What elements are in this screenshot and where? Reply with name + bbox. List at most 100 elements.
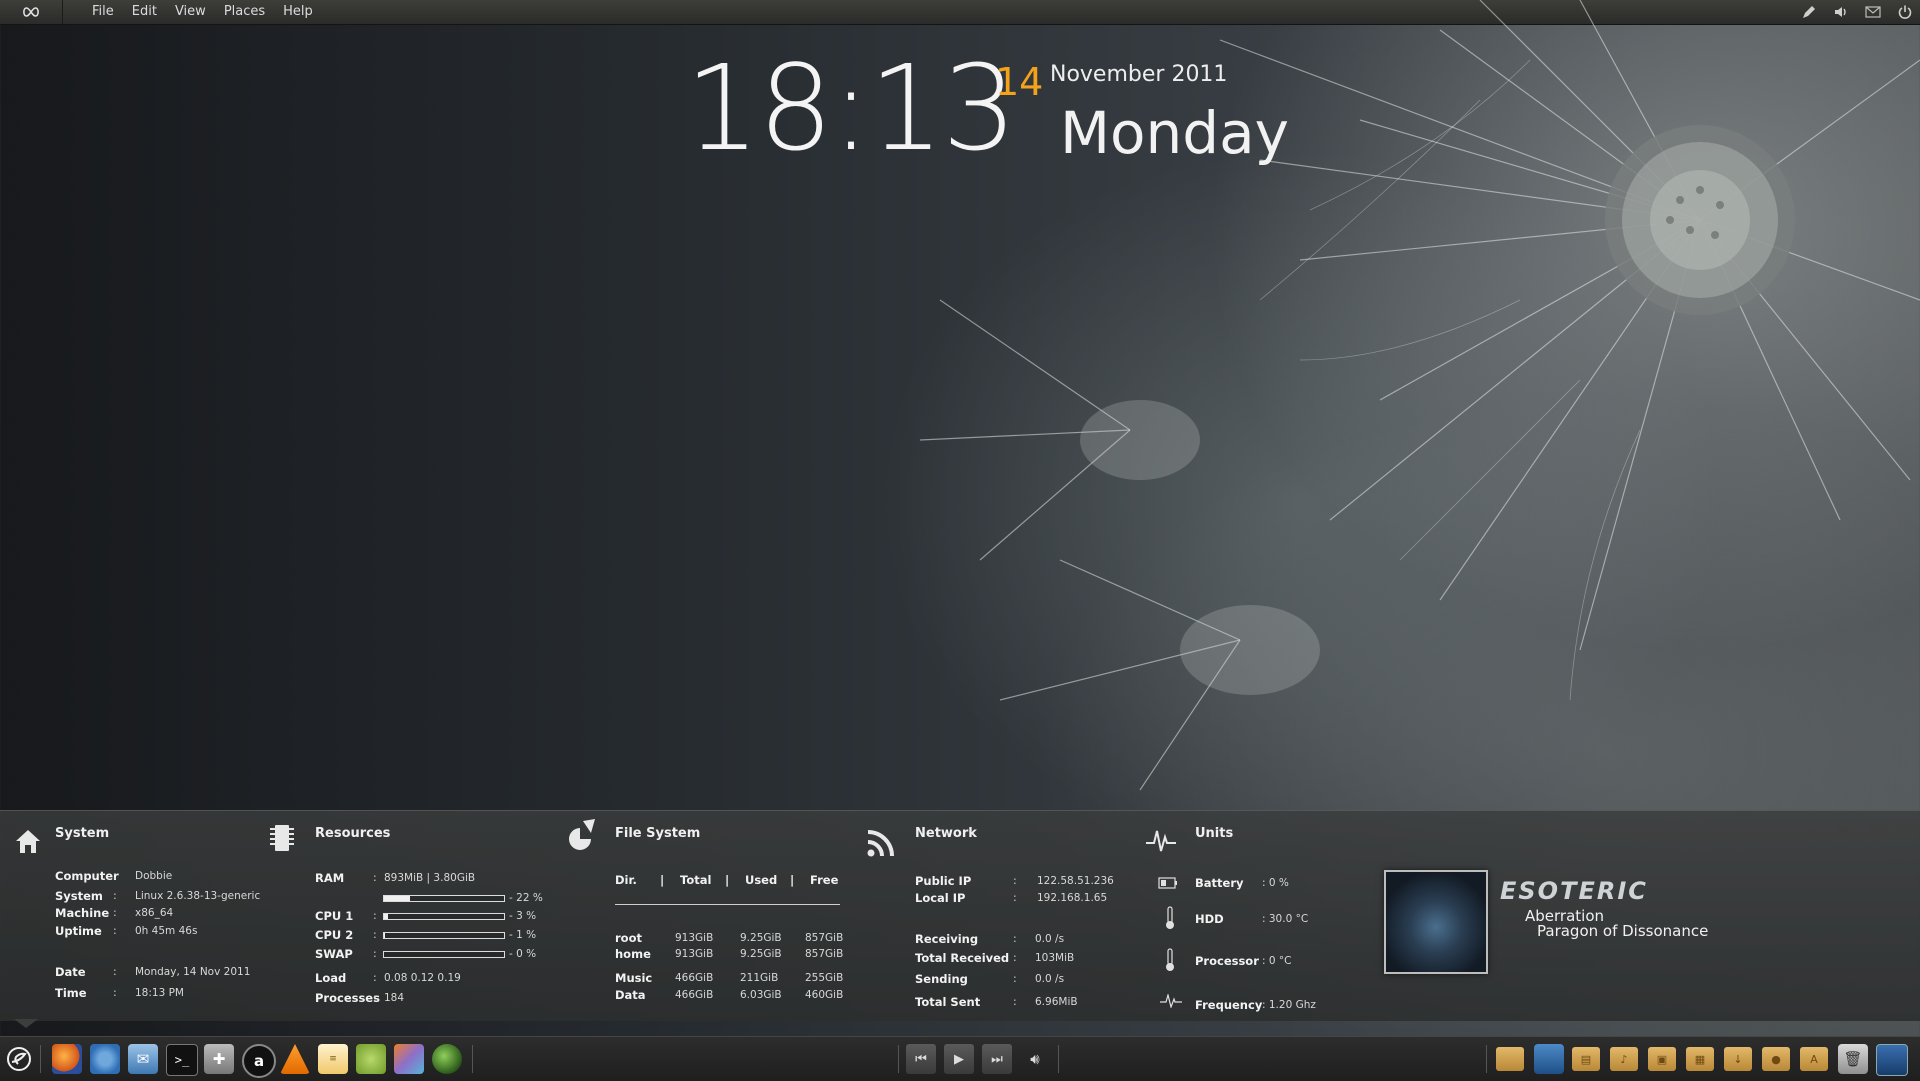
dock-divider xyxy=(40,1045,41,1073)
separator: : xyxy=(373,928,377,941)
resources-title: Resources xyxy=(315,826,391,841)
cpu-label: CPU 2 xyxy=(315,928,354,942)
tools-icon[interactable]: ✚ xyxy=(204,1044,234,1074)
pictures-folder-icon[interactable]: ▣ xyxy=(1648,1047,1676,1071)
menu-file[interactable]: File xyxy=(83,0,123,24)
cpu-percent: - 3 % xyxy=(509,910,537,922)
pie-chart-icon xyxy=(569,819,595,850)
vlc-icon[interactable] xyxy=(280,1044,310,1074)
units-value: : 1.20 Ghz xyxy=(1262,999,1316,1011)
terminal-icon[interactable]: >_ xyxy=(166,1044,198,1076)
next-icon[interactable]: ⏭ xyxy=(982,1044,1012,1074)
network-title: Network xyxy=(915,826,977,841)
load-label: Load xyxy=(315,971,347,985)
album-art[interactable] xyxy=(1384,870,1488,974)
units-title: Units xyxy=(1195,826,1234,841)
fs-used: 9.25GiB xyxy=(740,932,782,944)
desktop-folder-icon[interactable] xyxy=(1534,1044,1564,1074)
templates-folder-icon[interactable]: A xyxy=(1800,1047,1828,1071)
menu-help[interactable]: Help xyxy=(274,0,322,24)
fs-used: 9.25GiB xyxy=(740,948,782,960)
system-value: 18:13 PM xyxy=(135,987,184,999)
desktop-icon[interactable] xyxy=(1876,1044,1908,1076)
pulse-icon xyxy=(1160,994,1182,1008)
play-icon[interactable]: ▶ xyxy=(944,1044,974,1074)
system-value: Linux 2.6.38-13-generic xyxy=(135,890,261,902)
system-value: Monday, 14 Nov 2011 xyxy=(135,966,251,978)
dock: ✉ >_ ✚ a ≡ ⏮ ▶ ⏭ 🔊︎ ▤ ♪ ▣ ▦ ↓ ● A 🗑︎ xyxy=(0,1036,1920,1081)
separator: : xyxy=(373,971,377,984)
music-folder-icon[interactable]: ♪ xyxy=(1610,1047,1638,1071)
infinity-icon[interactable] xyxy=(0,0,63,24)
documents-folder-icon[interactable]: ▤ xyxy=(1572,1047,1600,1071)
globe-icon[interactable] xyxy=(432,1044,462,1074)
separator: : xyxy=(113,906,117,919)
units-label: Battery xyxy=(1195,876,1244,890)
cpu2-bar xyxy=(383,932,505,939)
fs-divider xyxy=(615,904,840,905)
system-title: System xyxy=(55,826,110,841)
amarok-icon[interactable]: a xyxy=(242,1044,276,1078)
dandelion-wallpaper xyxy=(919,0,1920,791)
album-title: Paragon of Dissonance xyxy=(1537,922,1709,940)
ram-percent: - 22 % xyxy=(509,892,543,904)
firefox-icon[interactable] xyxy=(52,1044,82,1074)
separator: : xyxy=(1013,891,1017,904)
menu-places[interactable]: Places xyxy=(215,0,274,24)
separator: : xyxy=(113,965,117,978)
dock-divider xyxy=(472,1045,473,1073)
pulse-icon xyxy=(1146,830,1176,852)
network-value: 0.0 /s xyxy=(1035,933,1065,945)
system-label: Uptime xyxy=(55,924,102,938)
cpu1-bar-fill xyxy=(384,914,388,919)
network-label: Public IP xyxy=(915,874,972,888)
public-folder-icon[interactable]: ● xyxy=(1762,1047,1790,1071)
fs-total: 466GiB xyxy=(675,972,714,984)
menu-view[interactable]: View xyxy=(166,0,215,24)
fs-total: 913GiB xyxy=(675,932,714,944)
fs-header-dir: Dir. xyxy=(615,873,637,887)
network-label: Total Sent xyxy=(915,995,981,1009)
separator: : xyxy=(1013,995,1017,1008)
fs-dir: Music xyxy=(615,971,653,985)
units-label: Frequency xyxy=(1195,998,1263,1012)
system-label: Machine xyxy=(55,906,110,920)
clock-time: 18:13 xyxy=(685,39,1017,177)
home-icon xyxy=(16,830,40,853)
text-editor-icon[interactable]: ≡ xyxy=(318,1044,348,1074)
system-label: Computer xyxy=(55,869,119,883)
system-label: Time xyxy=(55,986,87,1000)
trash-icon[interactable]: 🗑︎ xyxy=(1838,1044,1868,1074)
chromium-icon[interactable] xyxy=(90,1044,120,1074)
separator: : xyxy=(373,871,377,884)
dock-divider xyxy=(1058,1045,1059,1073)
fs-header-used: Used xyxy=(745,873,778,887)
gimp-icon[interactable] xyxy=(394,1044,424,1074)
elementary-logo-icon[interactable] xyxy=(6,1046,32,1072)
menu-edit[interactable]: Edit xyxy=(123,0,166,24)
network-value: 103MiB xyxy=(1035,952,1075,964)
system-value: x86_64 xyxy=(135,907,174,919)
separator: : xyxy=(373,947,377,960)
mail-app-icon[interactable]: ✉ xyxy=(128,1044,158,1074)
network-label: Sending xyxy=(915,972,968,986)
android-icon[interactable] xyxy=(356,1044,386,1074)
battery-icon xyxy=(1158,877,1177,889)
separator: : xyxy=(1013,874,1017,887)
fs-total: 466GiB xyxy=(675,989,714,1001)
downloads-folder-icon[interactable]: ↓ xyxy=(1724,1047,1752,1071)
previous-icon[interactable]: ⏮ xyxy=(906,1044,936,1074)
volume-icon[interactable]: 🔊︎ xyxy=(1020,1044,1050,1074)
swap-label: SWAP xyxy=(315,947,353,961)
separator: : xyxy=(373,909,377,922)
dock-divider xyxy=(1486,1045,1487,1073)
artist-name: ESOTERIC xyxy=(1500,877,1648,905)
separator: : xyxy=(1013,932,1017,945)
system-label: System xyxy=(55,889,103,903)
cpu2-bar-fill xyxy=(384,933,386,938)
network-label: Local IP xyxy=(915,891,966,905)
videos-folder-icon[interactable]: ▦ xyxy=(1686,1047,1714,1071)
home-folder-icon[interactable] xyxy=(1496,1047,1524,1071)
cpu-label: CPU 1 xyxy=(315,909,354,923)
conky-panel: System Computer : Dobbie System : Linux … xyxy=(0,810,1920,1021)
